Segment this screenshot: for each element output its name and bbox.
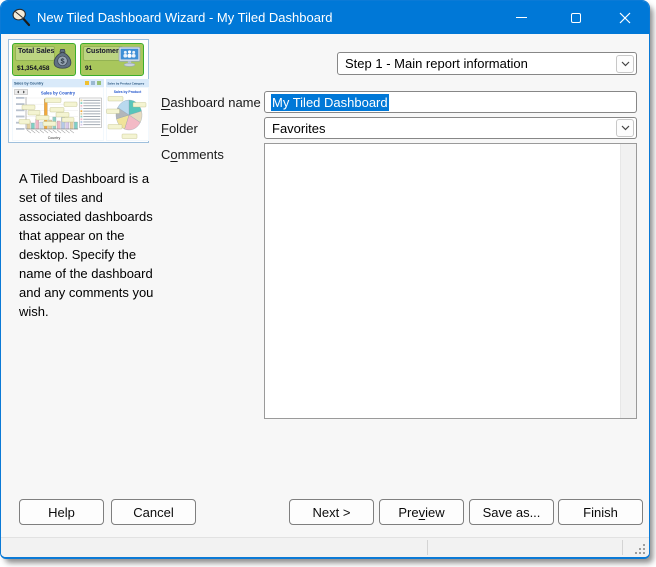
svg-text:Sales by Country: Sales by Country bbox=[14, 82, 43, 86]
svg-text:Sales by Product: Sales by Product bbox=[114, 90, 142, 94]
tile-title: Total Sales bbox=[18, 48, 54, 55]
next-button[interactable]: Next > bbox=[289, 499, 374, 525]
vertical-scrollbar[interactable] bbox=[620, 144, 636, 418]
comments-label: Comments bbox=[161, 147, 224, 162]
dropdown-button[interactable] bbox=[616, 119, 634, 137]
title-bar[interactable]: New Tiled Dashboard Wizard - My Tiled Da… bbox=[1, 1, 649, 34]
wizard-description: A Tiled Dashboard is a set of tiles and … bbox=[19, 169, 161, 321]
chevron-down-icon bbox=[621, 61, 630, 67]
resize-grip[interactable] bbox=[633, 542, 646, 555]
svg-text:$: $ bbox=[60, 56, 64, 65]
save-as-button[interactable]: Save as... bbox=[469, 499, 554, 525]
mini-pie-chart: Sales by Product Category Sales by Produ… bbox=[106, 79, 149, 141]
minimize-icon bbox=[516, 17, 527, 18]
svg-text:Sales by Product Category: Sales by Product Category bbox=[108, 81, 145, 85]
comments-textarea[interactable] bbox=[264, 143, 637, 419]
close-button[interactable] bbox=[602, 1, 648, 34]
monitor-people-icon bbox=[118, 46, 141, 67]
wizard-dialog: New Tiled Dashboard Wizard - My Tiled Da… bbox=[0, 0, 650, 559]
wizard-magnifier-icon bbox=[12, 8, 31, 27]
status-bar bbox=[1, 537, 649, 557]
finish-button[interactable]: Finish bbox=[558, 499, 643, 525]
preview-tile-customers: Customers 91 bbox=[80, 43, 144, 76]
mini-bar-chart: Sales by Country Sales by Country bbox=[12, 79, 104, 141]
maximize-icon bbox=[571, 13, 581, 23]
minimize-button[interactable] bbox=[498, 1, 544, 34]
step-selector-dropdown[interactable]: Step 1 - Main report information bbox=[337, 52, 637, 75]
status-bar-separator bbox=[622, 540, 623, 555]
selected-text: My Tiled Dashboard bbox=[271, 94, 389, 111]
tile-value: 91 bbox=[85, 65, 92, 72]
status-bar-separator bbox=[427, 540, 428, 555]
tile-value: $1,354,458 bbox=[17, 65, 50, 72]
svg-text:Sales by Country: Sales by Country bbox=[41, 91, 76, 96]
folder-value: Favorites bbox=[272, 121, 616, 136]
chevron-down-icon bbox=[621, 125, 630, 131]
dashboard-name-input[interactable]: My Tiled Dashboard bbox=[264, 91, 637, 113]
step-selector-value: Step 1 - Main report information bbox=[345, 56, 616, 71]
folder-dropdown[interactable]: Favorites bbox=[264, 117, 637, 139]
dashboard-name-label: Dashboard name bbox=[161, 95, 261, 110]
preview-button[interactable]: Preview bbox=[379, 499, 464, 525]
screen: New Tiled Dashboard Wizard - My Tiled Da… bbox=[0, 0, 656, 567]
window-title: New Tiled Dashboard Wizard - My Tiled Da… bbox=[37, 10, 333, 25]
maximize-button[interactable] bbox=[553, 1, 599, 34]
dropdown-button[interactable] bbox=[616, 55, 634, 73]
money-bag-icon: $ bbox=[52, 46, 73, 69]
close-icon bbox=[619, 12, 631, 24]
cancel-button[interactable]: Cancel bbox=[111, 499, 196, 525]
help-button[interactable]: Help bbox=[19, 499, 104, 525]
svg-text:Country: Country bbox=[48, 136, 61, 140]
preview-tile-total-sales: Total Sales $1,354,458 $ bbox=[12, 43, 76, 76]
dashboard-preview-thumbnail: Total Sales $1,354,458 $ Customers 91 bbox=[8, 39, 149, 143]
folder-label: Folder bbox=[161, 121, 198, 136]
